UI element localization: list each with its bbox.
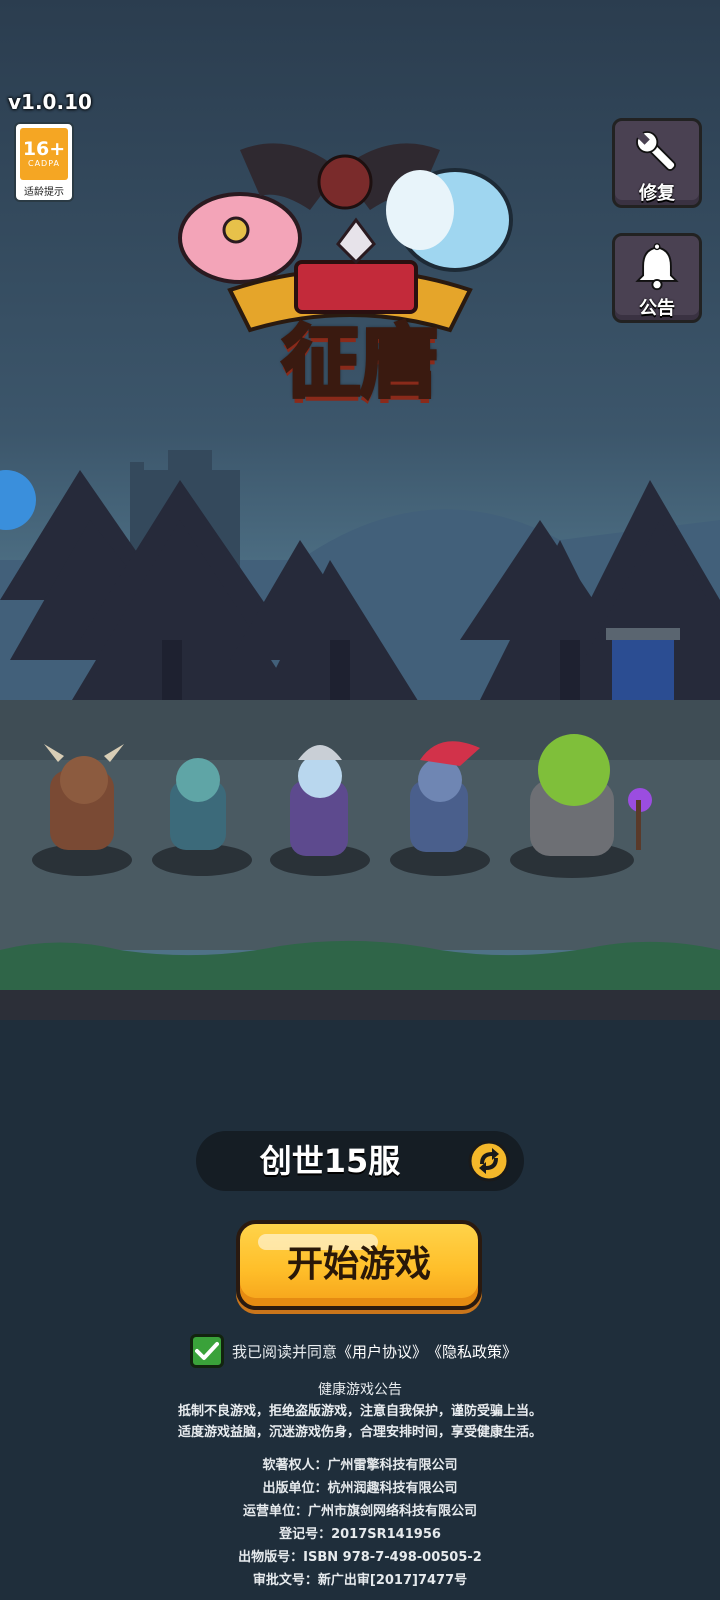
isbn-number: 出物版号：ISBN 978-7-498-00505-2 <box>238 1550 482 1565</box>
repair-label: 修复 <box>639 183 675 204</box>
version-label: v1.0.10 <box>8 90 92 114</box>
start-game-label: 开始游戏 <box>286 1244 431 1285</box>
switch-server-icon[interactable] <box>468 1140 510 1182</box>
server-selector[interactable]: 创世15服 <box>196 1131 524 1191</box>
registration-number: 登记号：2017SR141956 <box>279 1527 441 1542</box>
notice-button[interactable]: 公告 <box>612 233 702 323</box>
game-logo-title: 征唐 <box>280 315 440 410</box>
publisher: 出版单位：杭州润趣科技有限公司 <box>262 1481 458 1496</box>
wrench-icon <box>636 131 677 172</box>
start-game-button[interactable]: 开始游戏 <box>236 1220 482 1310</box>
agreement-row: 我已阅读并同意 《用户协议》 《隐私政策》 <box>190 1334 517 1368</box>
health-notice-title: 健康游戏公告 <box>318 1382 402 1398</box>
repair-button[interactable]: 修复 <box>612 118 702 208</box>
operator: 运营单位：广州市旗剑网络科技有限公司 <box>242 1504 477 1519</box>
approval-number: 审批文号：新广出审[2017]7477号 <box>252 1573 468 1588</box>
health-notice-line1: 抵制不良游戏，拒绝盗版游戏，注意自我保护，谨防受骗上当。 <box>177 1404 542 1419</box>
user-agreement-link[interactable]: 《用户协议》 <box>337 1341 427 1362</box>
bell-icon <box>635 243 679 291</box>
age-rating-number: 16+ <box>22 138 66 160</box>
age-rating-tip: 适龄提示 <box>24 187 64 198</box>
notice-label: 公告 <box>639 298 675 319</box>
agreement-text: 我已阅读并同意 <box>232 1342 338 1361</box>
privacy-policy-link[interactable]: 《隐私政策》 <box>427 1341 517 1362</box>
health-notice-line2: 适度游戏益脑，沉迷游戏伤身，合理安排时间，享受健康生活。 <box>177 1425 542 1440</box>
checkmark-icon <box>195 1342 219 1360</box>
age-rating-badge[interactable]: 16+ CADPA 适龄提示 <box>14 122 74 202</box>
agreement-checkbox[interactable] <box>190 1334 224 1368</box>
copyright-owner: 软著权人：广州雷擎科技有限公司 <box>262 1458 458 1473</box>
age-rating-org: CADPA <box>27 159 60 168</box>
